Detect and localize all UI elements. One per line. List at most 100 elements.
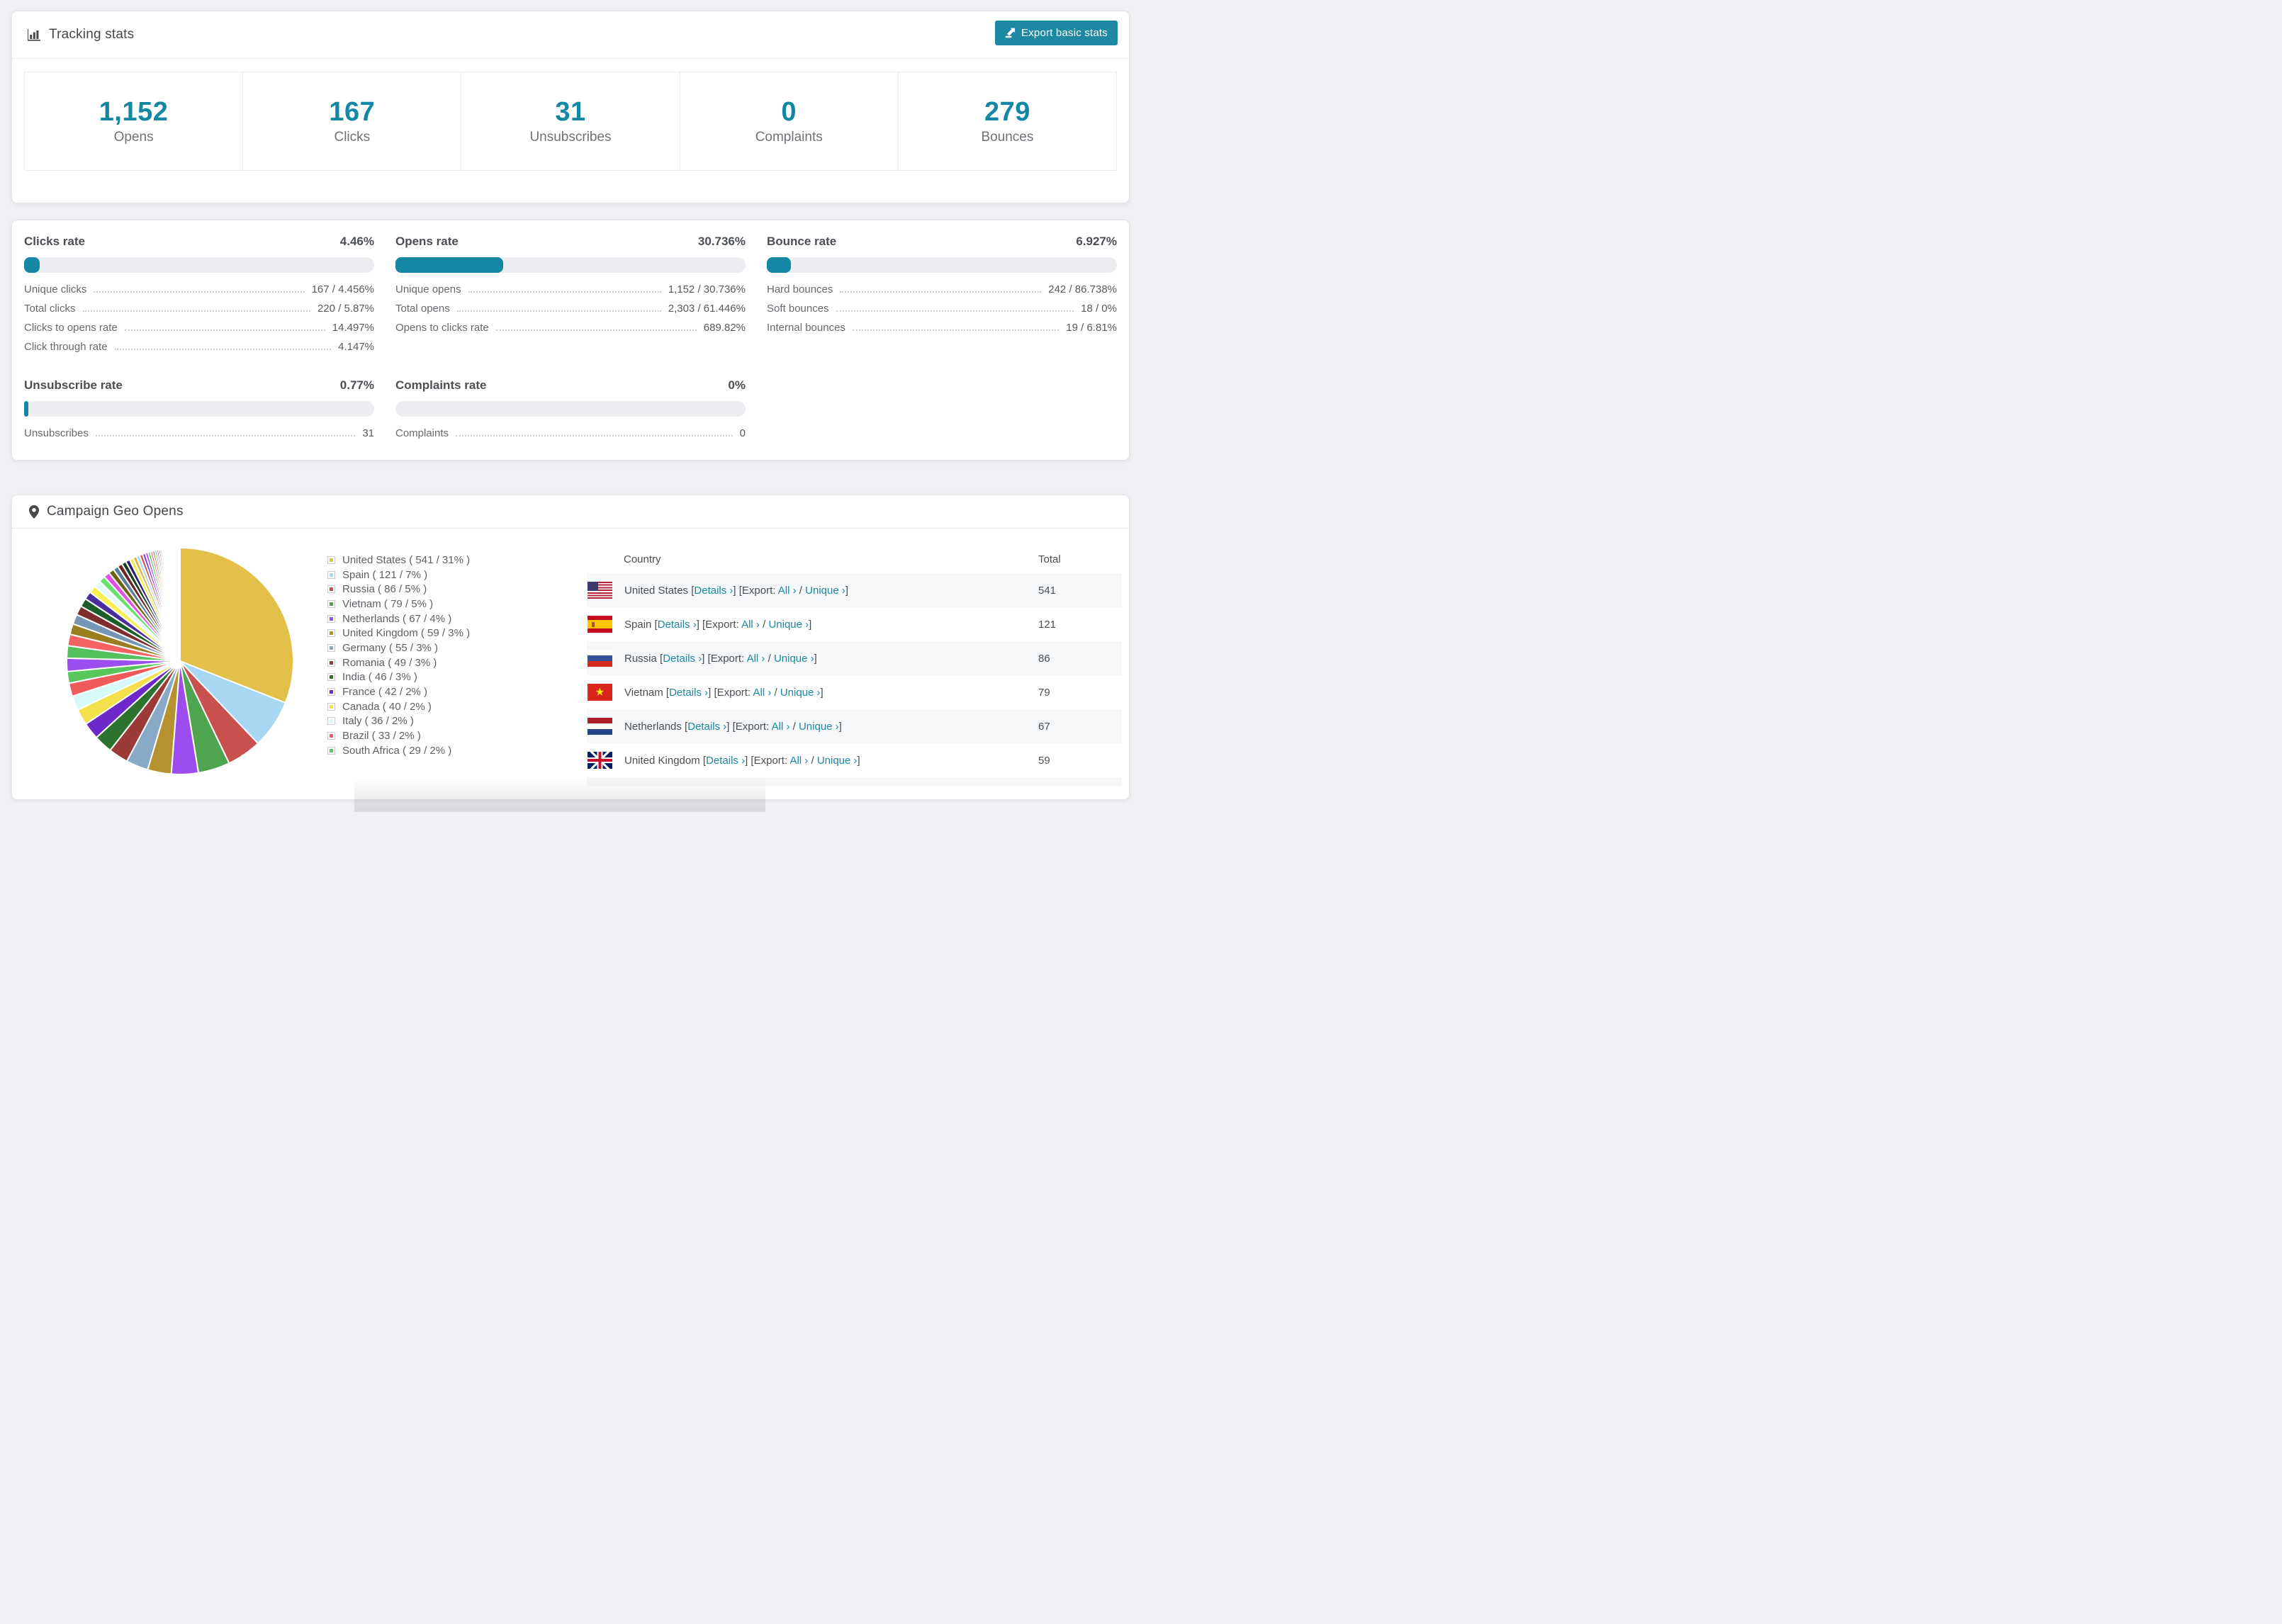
vn-flag-icon — [588, 684, 612, 701]
legend-label: France ( 42 / 2% ) — [342, 686, 428, 699]
country-column-header: Country — [624, 553, 661, 565]
legend-swatch — [327, 658, 335, 667]
total-column-header: Total — [1038, 553, 1061, 565]
separator-text: / — [771, 686, 780, 699]
legend-swatch — [327, 614, 335, 623]
rate-row: Hard bounces 242 / 86.738% — [767, 283, 1117, 303]
legend-label: Brazil ( 33 / 2% ) — [342, 730, 421, 743]
legend-item: Canada ( 40 / 2% ) — [327, 699, 470, 714]
table-body: United States [Details ›] [Export: All ›… — [587, 573, 1122, 786]
details-link[interactable]: Details › — [687, 721, 726, 733]
country-name: Russia [ — [624, 652, 663, 665]
export-unique-link[interactable]: Unique › — [768, 619, 809, 631]
stat-value: 31 — [555, 97, 586, 128]
export-unique-link[interactable]: Unique › — [817, 755, 858, 767]
legend-label: India ( 46 / 3% ) — [342, 671, 417, 684]
rates-card: Clicks rate 4.46% Unique clicks 167 / 4.456… — [11, 220, 1130, 461]
country-name: United States [ — [624, 584, 695, 597]
dotted-leader — [82, 310, 310, 312]
legend-label: United Kingdom ( 59 / 3% ) — [342, 627, 471, 640]
rate-row-value: 18 / 0% — [1081, 303, 1117, 315]
dotted-leader — [94, 291, 305, 293]
rate-row: Clicks to opens rate 14.497% — [24, 322, 374, 341]
stat-value: 167 — [329, 97, 376, 128]
tracking-stats-header: Tracking stats Export basic stats — [12, 11, 1129, 59]
legend-swatch — [327, 629, 335, 638]
separator-text: / — [765, 652, 774, 665]
bracket-text: ] [Export: — [702, 652, 747, 665]
export-unique-link[interactable]: Unique › — [805, 585, 845, 597]
rate-row-label: Click through rate — [24, 341, 108, 353]
export-unique-link[interactable]: Unique › — [780, 687, 821, 699]
rate-section-unsubscribe-rate: Unsubscribe rate 0.77% Unsubscribes 31 — [24, 378, 374, 446]
stat-label: Unsubscribes — [529, 129, 612, 145]
legend-item: Netherlands ( 67 / 4% ) — [327, 611, 470, 626]
legend-swatch — [327, 717, 335, 726]
stat-value: 279 — [984, 97, 1030, 128]
rate-value: 0% — [728, 378, 746, 392]
rate-row-label: Internal bounces — [767, 322, 845, 334]
progress-bar — [767, 257, 1117, 273]
bracket-text: ] — [857, 754, 860, 767]
geo-body: United States ( 541 / 31% ) Spain ( 121 /… — [12, 529, 1129, 799]
rate-row-label: Hard bounces — [767, 283, 833, 295]
legend-swatch — [327, 556, 335, 564]
export-all-link[interactable]: All › — [753, 687, 771, 699]
geo-table: Country Total United States [Details ›] … — [587, 545, 1122, 786]
rate-row-value: 2,303 / 61.446% — [668, 303, 746, 315]
details-link[interactable]: Details › — [658, 619, 697, 631]
export-all-link[interactable]: All › — [778, 585, 797, 597]
bar-chart-icon — [28, 28, 41, 41]
legend-swatch — [327, 732, 335, 740]
legend-item: South Africa ( 29 / 2% ) — [327, 743, 470, 758]
total-cell: 59 — [1038, 754, 1050, 767]
progress-bar — [395, 257, 746, 273]
stat-box-bounces: 279 Bounces — [897, 72, 1118, 171]
export-unique-link[interactable]: Unique › — [774, 653, 814, 665]
bracket-text: ] [Export: — [733, 584, 778, 597]
stat-label: Complaints — [755, 129, 823, 145]
rate-title: Opens rate — [395, 235, 459, 248]
rate-row: Total opens 2,303 / 61.446% — [395, 303, 746, 322]
es-flag-icon — [588, 616, 612, 633]
nl-flag-icon — [588, 718, 612, 735]
separator-text: / — [808, 754, 817, 767]
rate-head: Bounce rate 6.927% — [767, 235, 1117, 249]
details-link[interactable]: Details › — [706, 755, 745, 767]
rate-rows: Unique opens 1,152 / 30.736% Total opens 2,… — [395, 283, 746, 341]
legend-swatch — [327, 688, 335, 697]
legend-item: Italy ( 36 / 2% ) — [327, 714, 470, 729]
legend-item: Brazil ( 33 / 2% ) — [327, 728, 470, 743]
legend-item: Vietnam ( 79 / 5% ) — [327, 597, 470, 611]
dotted-leader — [124, 329, 325, 331]
rate-value: 0.77% — [339, 378, 374, 392]
export-all-link[interactable]: All › — [789, 755, 808, 767]
legend-label: Netherlands ( 67 / 4% ) — [342, 612, 452, 625]
legend-label: Italy ( 36 / 2% ) — [342, 715, 414, 728]
progress-bar-fill — [767, 257, 792, 273]
legend-label: South Africa ( 29 / 2% ) — [342, 744, 452, 757]
table-row-vn: Vietnam [Details ›] [Export: All › / Uni… — [587, 675, 1122, 709]
country-name: Vietnam [ — [624, 686, 670, 699]
rate-row: Opens to clicks rate 689.82% — [395, 322, 746, 341]
details-link[interactable]: Details › — [694, 585, 733, 597]
details-link[interactable]: Details › — [669, 687, 708, 699]
table-row-gb: United Kingdom [Details ›] [Export: All … — [587, 743, 1122, 777]
export-all-link[interactable]: All › — [747, 653, 765, 665]
dotted-leader — [468, 291, 661, 293]
stat-box-unsubscribes: 31 Unsubscribes — [461, 72, 680, 171]
details-link[interactable]: Details › — [663, 653, 702, 665]
rate-section-bounce-rate: Bounce rate 6.927% Hard bounces 242 / 86.73… — [767, 235, 1117, 360]
total-cell: 67 — [1038, 720, 1050, 733]
rate-head: Clicks rate 4.46% — [24, 235, 374, 249]
gb-flag-icon — [588, 752, 612, 769]
rate-row-label: Unique clicks — [24, 283, 87, 295]
rate-title: Unsubscribe rate — [24, 378, 123, 392]
export-all-link[interactable]: All › — [741, 619, 760, 631]
legend-swatch — [327, 585, 335, 594]
export-unique-link[interactable]: Unique › — [799, 721, 839, 733]
rate-row-value: 0 — [739, 427, 746, 439]
geo-opens-pie-chart[interactable] — [60, 541, 300, 782]
export-all-link[interactable]: All › — [772, 721, 790, 733]
export-basic-stats-button[interactable]: Export basic stats — [995, 21, 1118, 45]
